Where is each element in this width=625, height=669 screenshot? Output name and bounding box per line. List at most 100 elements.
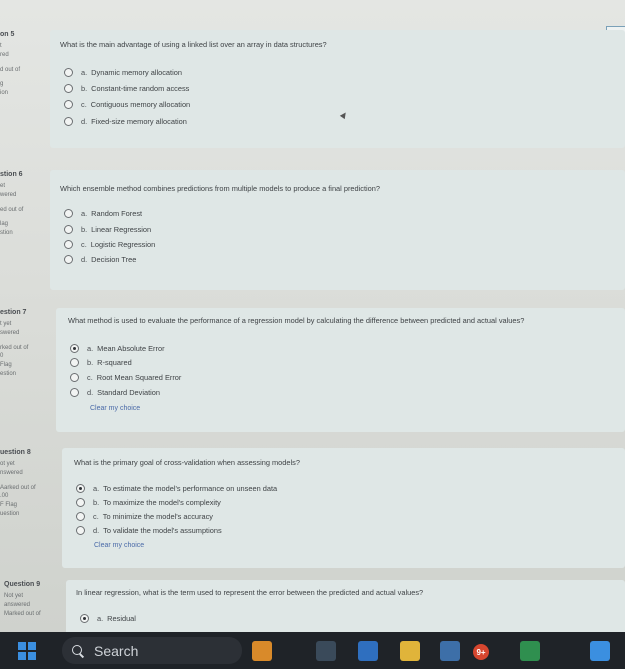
info-line: red — [0, 51, 9, 58]
radio-selected-icon[interactable] — [80, 613, 89, 623]
info-line: ot yet — [0, 461, 15, 468]
answer-option-c[interactable]: c. To minimize the model's accuracy — [76, 510, 213, 522]
question-number: stion 6 — [0, 171, 23, 178]
radio-icon[interactable] — [76, 497, 85, 507]
quiz-page: Ti on 5 t red d out of g ion What is the… — [0, 0, 625, 632]
radio-icon[interactable] — [64, 116, 73, 126]
info-line: nswered — [0, 469, 23, 476]
info-line: Marked out of — [4, 610, 41, 617]
answer-option-b[interactable]: b. Linear Regression — [64, 223, 151, 235]
windows-taskbar: Search 9+ — [0, 632, 625, 669]
info-line: ed out of — [0, 206, 24, 213]
question-formulation: What is the primary goal of cross-valida… — [62, 448, 625, 568]
question-formulation: Which ensemble method combines predictio… — [50, 170, 625, 290]
info-line: .00 — [0, 493, 9, 500]
info-line: ion — [0, 89, 9, 96]
radio-selected-icon[interactable] — [70, 343, 79, 353]
radio-selected-icon[interactable] — [76, 483, 85, 493]
taskbar-search-box[interactable]: Search — [62, 637, 242, 664]
info-line: uestion — [0, 510, 20, 517]
info-line: Not yet — [4, 593, 24, 600]
file-explorer-icon[interactable] — [400, 641, 420, 661]
answer-option-a[interactable]: a. Mean Absolute Error — [70, 342, 165, 354]
info-line: swered — [0, 329, 20, 336]
info-line: rked out of — [0, 344, 29, 351]
answer-option-d[interactable]: d. Standard Deviation — [70, 386, 160, 398]
answer-option-c[interactable]: c. Root Mean Squared Error — [70, 371, 181, 383]
info-line: wered — [0, 191, 17, 198]
question-number: Question 9 — [4, 581, 41, 588]
question-9: Question 9 Not yet answered Marked out o… — [0, 580, 625, 632]
info-line: Aarked out of — [0, 484, 36, 491]
question-info: on 5 t red d out of g ion — [0, 30, 44, 98]
search-icon — [72, 644, 84, 657]
app-icon[interactable] — [590, 641, 610, 661]
question-number: on 5 — [0, 31, 15, 38]
question-formulation: What is the main advantage of using a li… — [50, 30, 625, 148]
radio-icon[interactable] — [64, 239, 73, 249]
question-text: In linear regression, what is the term u… — [76, 588, 424, 597]
question-number: estion 7 — [0, 309, 27, 316]
windows-start-icon[interactable] — [18, 642, 36, 660]
flag-question[interactable]: lag — [0, 220, 44, 229]
radio-icon[interactable] — [64, 224, 73, 234]
question-text: What is the primary goal of cross-valida… — [74, 458, 300, 467]
flag-question[interactable]: Flag — [0, 361, 44, 370]
clear-choice-link[interactable]: Clear my choice — [90, 405, 140, 412]
answer-option-b[interactable]: b. R-squared — [70, 356, 132, 368]
info-line: estion — [0, 370, 17, 377]
weather-widget-icon[interactable] — [252, 641, 272, 661]
store-icon[interactable] — [440, 641, 460, 661]
info-line: answered — [4, 601, 31, 608]
radio-icon[interactable] — [64, 83, 73, 93]
task-view-icon[interactable] — [316, 641, 336, 661]
question-5: on 5 t red d out of g ion What is the ma… — [0, 30, 625, 150]
radio-icon[interactable] — [64, 99, 73, 109]
answer-option-a[interactable]: a. Random Forest — [64, 207, 142, 219]
answer-option-d[interactable]: d. Fixed-size memory allocation — [64, 115, 187, 127]
radio-icon[interactable] — [76, 511, 85, 521]
answer-option-c[interactable]: c. Contiguous memory allocation — [64, 98, 190, 110]
answer-option-b[interactable]: b. Constant-time random access — [64, 82, 189, 94]
radio-icon[interactable] — [70, 387, 79, 397]
info-line: t yet — [0, 321, 12, 328]
answer-option-a[interactable]: a. Residual — [80, 612, 136, 624]
question-8: uestion 8 ot yet nswered Aarked out of .… — [0, 448, 625, 568]
question-formulation: What method is used to evaluate the perf… — [56, 308, 625, 432]
info-line: et — [0, 183, 6, 190]
question-6: stion 6 et wered ed out of lag stion Whi… — [0, 170, 625, 290]
app-icon[interactable] — [520, 641, 540, 661]
edge-browser-icon[interactable] — [358, 641, 378, 661]
radio-icon[interactable] — [64, 67, 73, 77]
question-formulation: In linear regression, what is the term u… — [66, 580, 625, 632]
radio-icon[interactable] — [76, 525, 85, 535]
radio-icon[interactable] — [70, 372, 79, 382]
question-info: estion 7 t yet swered rked out of 0 Flag… — [0, 308, 44, 378]
question-text: What is the main advantage of using a li… — [60, 40, 327, 49]
info-line: t — [0, 43, 2, 50]
notification-badge[interactable]: 9+ — [473, 644, 489, 660]
answer-option-a[interactable]: a. To estimate the model's performance o… — [76, 482, 277, 494]
radio-icon[interactable] — [64, 254, 73, 264]
info-line: 0 — [0, 353, 4, 360]
question-info: Question 9 Not yet answered Marked out o… — [4, 580, 48, 618]
question-text: What method is used to evaluate the perf… — [68, 316, 525, 325]
answer-option-b[interactable]: b. To maximize the model's complexity — [76, 496, 221, 508]
info-line: stion — [0, 229, 13, 236]
radio-icon[interactable] — [70, 357, 79, 367]
question-text: Which ensemble method combines predictio… — [60, 184, 381, 193]
flag-question[interactable]: g — [0, 80, 44, 89]
answer-option-d[interactable]: d. Decision Tree — [64, 253, 136, 265]
answer-option-c[interactable]: c. Logistic Regression — [64, 238, 155, 250]
search-label: Search — [94, 642, 139, 659]
question-7: estion 7 t yet swered rked out of 0 Flag… — [0, 308, 625, 433]
question-number: uestion 8 — [0, 449, 31, 456]
question-info: stion 6 et wered ed out of lag stion — [0, 170, 44, 238]
answer-option-a[interactable]: a. Dynamic memory allocation — [64, 66, 182, 78]
radio-icon[interactable] — [64, 208, 73, 218]
clear-choice-link[interactable]: Clear my choice — [94, 542, 144, 549]
info-line: d out of — [0, 66, 21, 73]
question-info: uestion 8 ot yet nswered Aarked out of .… — [0, 448, 44, 518]
answer-option-d[interactable]: d. To validate the model's assumptions — [76, 524, 222, 536]
flag-question[interactable]: F Flag — [0, 501, 44, 510]
